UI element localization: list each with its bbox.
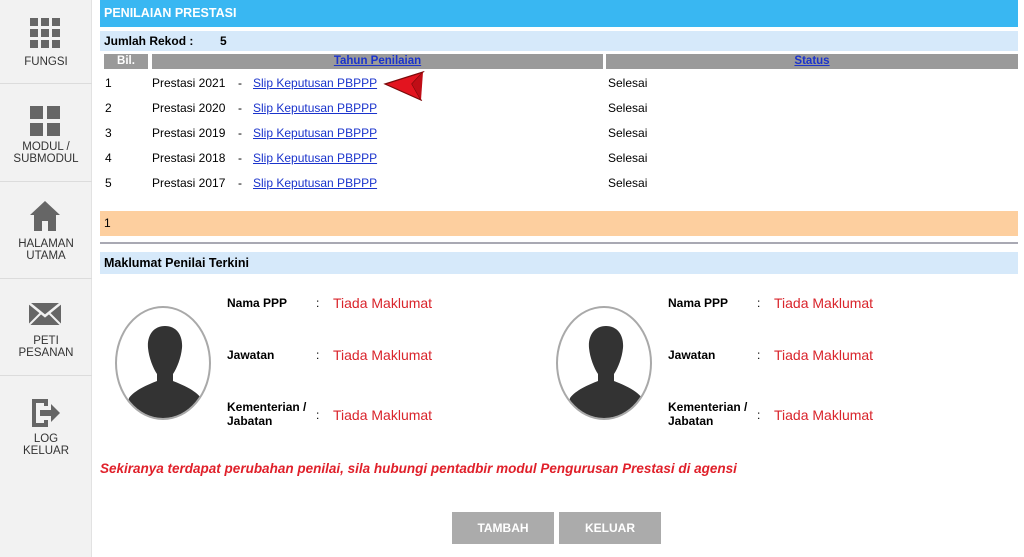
row-separator: -	[238, 126, 242, 140]
main-content: PENILAIAN PRESTASI Jumlah Rekod : 5 Bil.…	[100, 0, 1018, 557]
mail-icon	[28, 302, 62, 326]
person-silhouette-icon	[565, 326, 647, 418]
column-header-tahun-penilaian[interactable]: Tahun Penilaian	[152, 54, 603, 69]
logout-icon	[32, 399, 60, 427]
slip-link[interactable]: Slip Keputusan PBPPP	[253, 146, 377, 171]
field-label-kementerian: Kementerian / Jabatan	[668, 400, 748, 428]
record-count-value: 5	[220, 34, 227, 48]
slip-link[interactable]: Slip Keputusan PBPPP	[253, 96, 377, 121]
slip-link[interactable]: Slip Keputusan PBPPP	[253, 71, 377, 96]
row-separator: -	[238, 101, 242, 115]
row-status: Selesai	[608, 126, 648, 140]
avatar	[556, 306, 652, 420]
field-label-jawatan: Jawatan	[227, 348, 275, 362]
field-value-kementerian: Tiada Maklumat	[774, 407, 874, 423]
field-value-nama-ppp: Tiada Maklumat	[333, 295, 433, 311]
person-silhouette-icon	[124, 326, 206, 418]
row-status: Selesai	[608, 176, 648, 190]
row-status: Selesai	[608, 101, 648, 115]
table-row: 2 Prestasi 2020 - Slip Keputusan PBPPP S…	[100, 96, 1018, 121]
sidebar-item-label: PETI PESANAN	[18, 335, 74, 359]
record-count-label: Jumlah Rekod :	[104, 34, 194, 48]
tambah-button[interactable]: TAMBAH	[452, 512, 554, 544]
row-year: Prestasi 2018	[152, 151, 226, 165]
field-colon: :	[316, 296, 320, 310]
page-number[interactable]: 1	[104, 216, 111, 230]
field-label-kementerian: Kementerian / Jabatan	[227, 400, 307, 428]
pointer-arrow-icon	[383, 71, 425, 101]
row-year: Prestasi 2017	[152, 176, 226, 190]
notice-text: Sekiranya terdapat perubahan penilai, si…	[100, 461, 737, 476]
row-number: 2	[105, 101, 112, 115]
record-count-bar: Jumlah Rekod : 5	[100, 31, 1018, 51]
sidebar-item-halaman-utama[interactable]: HALAMAN UTAMA	[0, 182, 92, 279]
field-label-jawatan: Jawatan	[668, 348, 716, 362]
slip-link[interactable]: Slip Keputusan PBPPP	[253, 121, 377, 146]
row-status: Selesai	[608, 151, 648, 165]
table-row: 3 Prestasi 2019 - Slip Keputusan PBPPP S…	[100, 121, 1018, 146]
table-row: 1 Prestasi 2021 - Slip Keputusan PBPPP S…	[100, 71, 1018, 96]
sidebar-item-log-keluar[interactable]: LOG KELUAR	[0, 376, 92, 474]
sidebar-item-label: FUNGSI	[24, 56, 68, 68]
table-header: Bil. Tahun Penilaian Status	[100, 54, 1018, 69]
row-separator: -	[238, 176, 242, 190]
row-separator: -	[238, 76, 242, 90]
row-number: 1	[105, 76, 112, 90]
field-value-nama-ppp: Tiada Maklumat	[774, 295, 874, 311]
avatar	[115, 306, 211, 420]
table-row: 4 Prestasi 2018 - Slip Keputusan PBPPP S…	[100, 146, 1018, 171]
sidebar-item-fungsi[interactable]: FUNGSI	[0, 0, 92, 84]
assessor-section-title: Maklumat Penilai Terkini	[100, 252, 1018, 274]
sidebar: FUNGSI MODUL / SUBMODUL HALAMAN UTAMA PE…	[0, 0, 92, 557]
keluar-button[interactable]: KELUAR	[559, 512, 661, 544]
field-label-nama-ppp: Nama PPP	[227, 296, 288, 310]
row-number: 4	[105, 151, 112, 165]
row-year: Prestasi 2020	[152, 101, 226, 115]
column-header-status[interactable]: Status	[606, 54, 1018, 69]
row-status: Selesai	[608, 76, 648, 90]
field-value-jawatan: Tiada Maklumat	[333, 347, 433, 363]
modules-icon	[30, 106, 60, 136]
sidebar-item-peti-pesanan[interactable]: PETI PESANAN	[0, 279, 92, 376]
field-label-nama-ppp: Nama PPP	[668, 296, 729, 310]
field-colon: :	[757, 348, 761, 362]
sidebar-item-label: MODUL / SUBMODUL	[13, 141, 79, 165]
home-icon	[30, 201, 60, 231]
section-divider	[100, 242, 1018, 244]
table-row: 5 Prestasi 2017 - Slip Keputusan PBPPP S…	[100, 171, 1018, 196]
field-colon: :	[757, 408, 761, 422]
row-number: 5	[105, 176, 112, 190]
pagination-bar: 1	[100, 211, 1018, 236]
column-header-bil: Bil.	[104, 54, 148, 69]
grid-icon	[30, 18, 60, 48]
sidebar-item-modul[interactable]: MODUL / SUBMODUL	[0, 84, 92, 182]
sidebar-item-label: LOG KELUAR	[22, 433, 70, 457]
field-colon: :	[316, 408, 320, 422]
sidebar-item-label: HALAMAN UTAMA	[18, 238, 74, 262]
row-year: Prestasi 2019	[152, 126, 226, 140]
column-sort-link[interactable]: Tahun Penilaian	[334, 55, 421, 67]
row-year: Prestasi 2021	[152, 76, 226, 90]
field-colon: :	[757, 296, 761, 310]
page-title: PENILAIAN PRESTASI	[100, 0, 1018, 27]
field-colon: :	[316, 348, 320, 362]
row-number: 3	[105, 126, 112, 140]
row-separator: -	[238, 151, 242, 165]
column-sort-link[interactable]: Status	[794, 55, 829, 67]
field-value-kementerian: Tiada Maklumat	[333, 407, 433, 423]
slip-link[interactable]: Slip Keputusan PBPPP	[253, 171, 377, 196]
field-value-jawatan: Tiada Maklumat	[774, 347, 874, 363]
